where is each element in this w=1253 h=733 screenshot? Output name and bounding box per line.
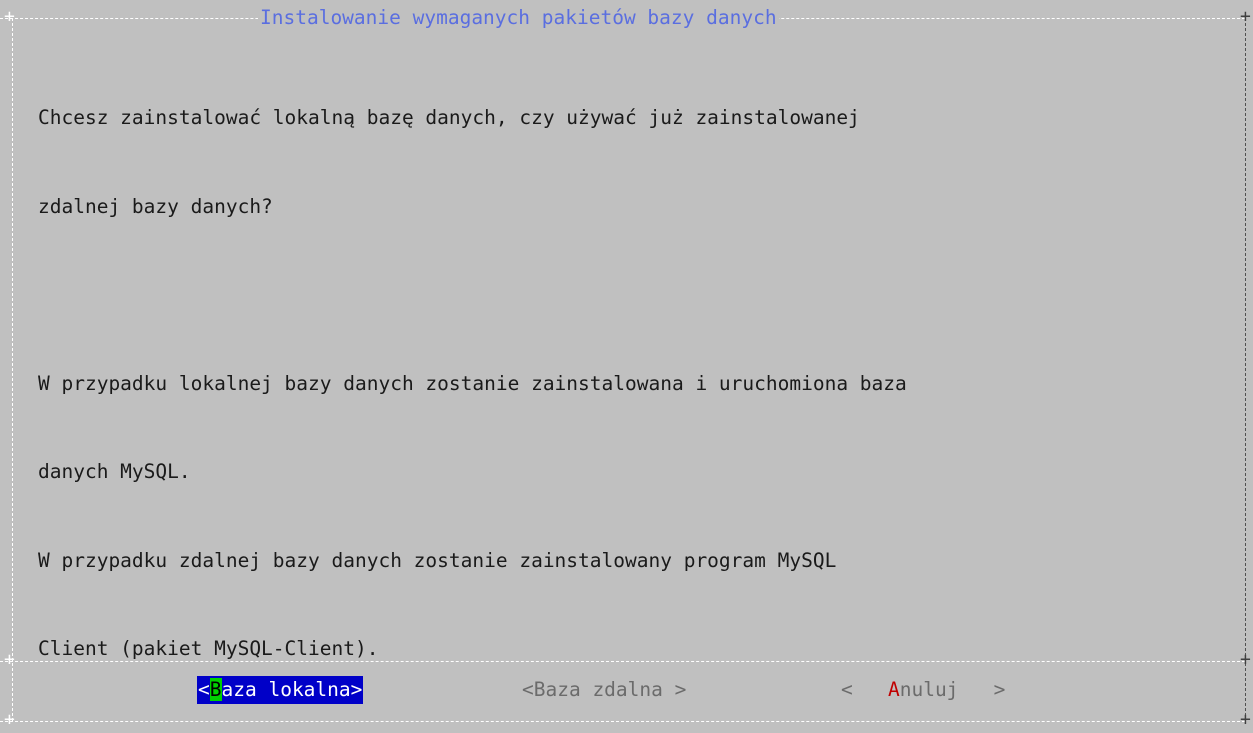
local-info-line-1: W przypadku lokalnej bazy danych zostani… xyxy=(38,371,907,395)
dialog-title: Instalowanie wymaganych pakietów bazy da… xyxy=(258,5,779,31)
cancel-button-open-bracket: < xyxy=(841,678,888,701)
local-button-open-bracket: < xyxy=(198,678,210,701)
cancel-button-close-bracket: > xyxy=(958,678,1006,701)
local-button-close-bracket: > xyxy=(350,678,363,701)
corner-top-left: + xyxy=(4,6,15,27)
corner-mid-left: + xyxy=(4,649,15,670)
local-button-hotkey: B xyxy=(209,678,222,701)
remote-database-button[interactable]: <Baza zdalna > xyxy=(522,676,686,704)
frame-left-border xyxy=(12,18,13,721)
question-line-2: zdalnej bazy danych? xyxy=(38,194,273,218)
install-dialog: + + + + + + Instalowanie wymaganych paki… xyxy=(0,0,1253,733)
button-bar: <Baza lokalna> <Baza zdalna > < Anuluj > xyxy=(0,676,1253,706)
local-info-line-2: danych MySQL. xyxy=(38,460,191,483)
corner-mid-right: + xyxy=(1240,649,1251,670)
corner-top-right: + xyxy=(1240,6,1251,27)
question-line-1: Chcesz zainstalować lokalną bazę danych,… xyxy=(38,106,860,129)
corner-bottom-left: + xyxy=(4,709,15,730)
cancel-button[interactable]: < Anuluj > xyxy=(841,676,1005,704)
remote-info-line-1: W przypadku zdalnej bazy danych zostanie… xyxy=(38,548,837,572)
frame-right-border xyxy=(1245,18,1246,721)
dialog-message: Chcesz zainstalować lokalną bazę danych,… xyxy=(38,44,1233,723)
local-button-label: aza lokalna xyxy=(221,678,351,701)
local-database-button[interactable]: <Baza lokalna> xyxy=(197,676,364,704)
cancel-button-label: nuluj xyxy=(899,678,959,701)
remote-info-line-2: Client (pakiet MySQL-Client). xyxy=(38,637,379,660)
cancel-button-hotkey: A xyxy=(887,678,900,701)
corner-bottom-right: + xyxy=(1240,709,1251,730)
